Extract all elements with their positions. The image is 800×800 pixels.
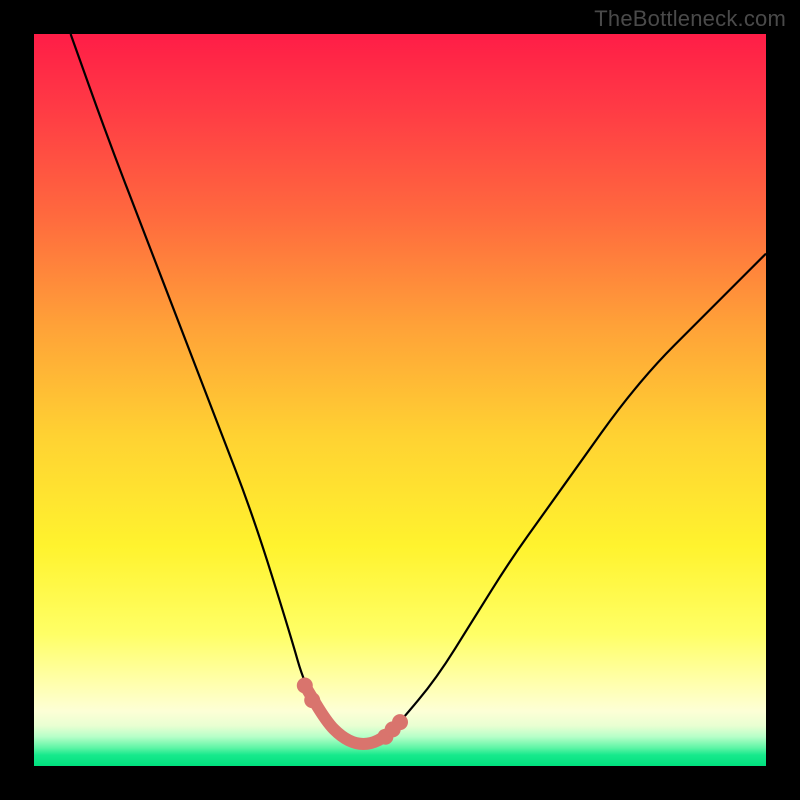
safe-zone-marker xyxy=(392,714,408,730)
safe-zone-marker xyxy=(304,692,320,708)
watermark-text: TheBottleneck.com xyxy=(594,6,786,32)
outer-frame: TheBottleneck.com xyxy=(0,0,800,800)
safe-zone-marker xyxy=(297,678,313,694)
bottleneck-curve xyxy=(71,34,766,744)
plot-area xyxy=(34,34,766,766)
chart-svg xyxy=(34,34,766,766)
